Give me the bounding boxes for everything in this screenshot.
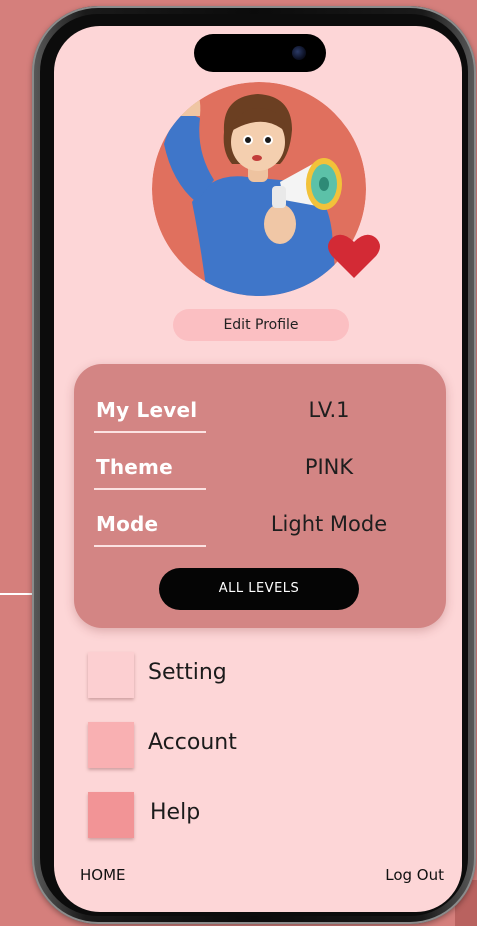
menu-item-account[interactable]: Account xyxy=(88,722,388,770)
help-swatch xyxy=(88,792,134,838)
home-link[interactable]: HOME xyxy=(80,866,126,884)
heart-icon xyxy=(326,230,382,280)
theme-value: PINK xyxy=(304,455,354,479)
menu-item-label: Setting xyxy=(148,660,227,685)
menu-item-setting[interactable]: Setting xyxy=(88,652,388,700)
camera-icon xyxy=(292,46,306,60)
menu-item-label: Account xyxy=(148,730,237,755)
logout-link[interactable]: Log Out xyxy=(385,866,444,884)
mode-row[interactable]: Mode Light Mode xyxy=(74,512,446,552)
decorative-line xyxy=(0,593,34,595)
level-card: My Level LV.1 Theme PINK Mode Light Mode… xyxy=(74,364,446,628)
theme-label: Theme xyxy=(96,455,173,479)
level-row: My Level LV.1 xyxy=(74,398,446,438)
menu-item-help[interactable]: Help xyxy=(88,792,388,840)
divider xyxy=(94,431,206,433)
mode-label: Mode xyxy=(96,512,159,536)
setting-swatch xyxy=(88,652,134,698)
edit-profile-button[interactable]: Edit Profile xyxy=(173,309,349,341)
level-value: LV.1 xyxy=(308,398,350,422)
account-swatch xyxy=(88,722,134,768)
mode-value: Light Mode xyxy=(270,512,388,536)
dynamic-island xyxy=(194,34,326,72)
divider xyxy=(94,545,206,547)
menu-item-label: Help xyxy=(150,800,201,825)
all-levels-button[interactable]: ALL LEVELS xyxy=(159,568,359,610)
theme-row[interactable]: Theme PINK xyxy=(74,455,446,495)
divider xyxy=(94,488,206,490)
app-screen: Edit Profile My Level LV.1 Theme PINK Mo… xyxy=(54,26,462,912)
level-label: My Level xyxy=(96,398,198,422)
